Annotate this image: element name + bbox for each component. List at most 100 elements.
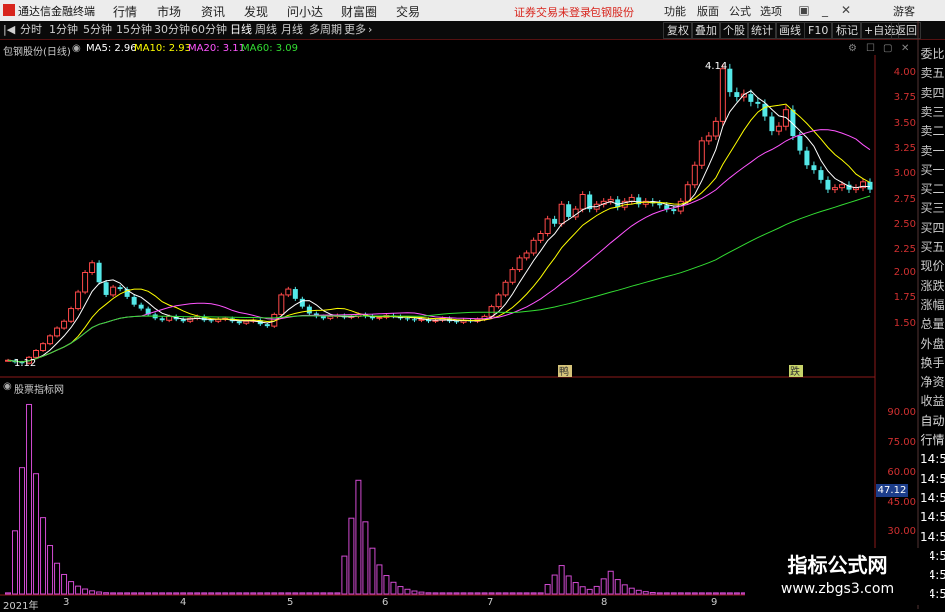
price-tick: 2.50: [893, 219, 916, 230]
candle-body: [544, 218, 551, 234]
candle-body: [131, 296, 137, 305]
indicator-bar: [565, 575, 572, 595]
indicator-bar: [383, 575, 390, 595]
sidebar-cell: 14:50: [920, 490, 945, 505]
indicator-bar: [495, 592, 502, 595]
price-tick: 3.50: [893, 118, 916, 129]
indicator-bar: [712, 592, 719, 595]
indicator-bar: [474, 592, 481, 595]
candle-body: [138, 304, 144, 309]
candle-body: [96, 262, 102, 283]
candle-body: [748, 94, 754, 102]
indicator-bar: [257, 592, 264, 595]
candle-body: [47, 335, 54, 345]
candle-body: [552, 218, 558, 224]
candle-body: [762, 103, 768, 117]
candle-body: [657, 203, 663, 206]
watermark: 指标公式网 www.zbgs3.com: [745, 548, 930, 605]
candles-group: [5, 63, 873, 365]
indicator-bar: [131, 592, 138, 595]
ma-lines-group: [7, 90, 871, 363]
indicator-tick: 30.00: [887, 526, 916, 537]
sidebar-cell: 卖二: [920, 124, 945, 139]
candle-body: [243, 320, 250, 324]
kline-chart[interactable]: 4.14 1.12 鸭 跌: [0, 0, 945, 609]
indicator-bar: [117, 592, 124, 595]
indicator-bar: [40, 517, 47, 595]
date-tick: 3: [63, 597, 70, 608]
candle-body: [411, 319, 417, 321]
indicator-bar: [124, 592, 131, 595]
price-tick: 3.00: [893, 168, 916, 179]
candle-body: [285, 288, 292, 296]
indicator-bar: [684, 592, 691, 595]
ma-line-10: [7, 103, 871, 363]
indicator-bar: [278, 592, 285, 595]
indicator-title: 股票指标网: [14, 385, 64, 396]
indicator-bar: [649, 592, 656, 595]
indicator-bar: [5, 592, 11, 595]
indicator-bar: [201, 592, 208, 595]
date-tick: 5: [287, 597, 294, 608]
candle-body: [306, 306, 312, 314]
indicator-bar: [313, 592, 320, 595]
sidebar-cell: 买二: [920, 182, 945, 197]
indicator-bar: [12, 530, 19, 595]
indicator-bar: [26, 403, 33, 595]
indicator-bar: [460, 592, 467, 595]
sidebar-cell: 总量: [920, 317, 945, 332]
indicator-bar: [677, 592, 684, 595]
sidebar-cell: 14:50: [920, 471, 945, 486]
indicator-bar: [145, 592, 152, 595]
candle-body: [110, 286, 117, 296]
indicator-tick: 60.00: [887, 467, 916, 478]
price-tick: 4.00: [893, 67, 916, 78]
indicator-bar: [390, 581, 397, 595]
candle-body: [579, 194, 586, 210]
candle-body: [166, 315, 173, 321]
candle-body: [320, 316, 326, 319]
indicator-bar: [264, 592, 271, 595]
price-tick: 1.50: [893, 318, 916, 329]
ma-line-5: [7, 90, 871, 363]
date-tick: 4: [180, 597, 187, 608]
indicator-bar: [68, 581, 75, 595]
candle-body: [684, 184, 691, 202]
indicator-bar: [320, 592, 327, 595]
ma-line-60: [7, 195, 871, 363]
candle-body: [537, 233, 544, 241]
watermark-title: 指标公式网: [787, 553, 888, 577]
candle-body: [68, 308, 75, 322]
indicator-bar: [33, 473, 40, 595]
candle-body: [727, 68, 733, 93]
sidebar-cell: 14:50: [920, 510, 945, 525]
candle-body: [236, 321, 242, 324]
candle-body: [33, 350, 40, 358]
candle-body: [831, 187, 838, 191]
indicator-bar: [243, 592, 250, 595]
indicator-bar: [726, 592, 733, 595]
candle-body: [734, 92, 740, 97]
sidebar-cell: 买三: [920, 201, 945, 216]
indicator-bar: [19, 467, 26, 595]
indicator-bar: [607, 570, 614, 595]
candle-body: [818, 170, 824, 180]
sidebar-cell: 收益: [920, 394, 945, 409]
indicator-bar: [306, 592, 313, 595]
sidebar-cell: 买四: [920, 220, 945, 235]
indicator-bar: [152, 592, 159, 595]
sidebar-cell: 自动: [920, 413, 945, 428]
indicator-bar: [628, 587, 635, 595]
indicator-settings-icon[interactable]: ◉: [3, 381, 12, 392]
indicator-tick: 75.00: [887, 437, 916, 448]
candle-body: [103, 282, 109, 295]
indicator-bar: [481, 592, 488, 595]
candle-body: [75, 291, 82, 310]
candle-body: [671, 209, 677, 212]
indicator-bar: [187, 592, 194, 595]
indicator-bar: [110, 592, 117, 595]
candle-body: [299, 298, 305, 307]
indicator-bar: [586, 588, 593, 595]
candle-body: [811, 165, 817, 171]
indicator-bar: [656, 592, 663, 595]
